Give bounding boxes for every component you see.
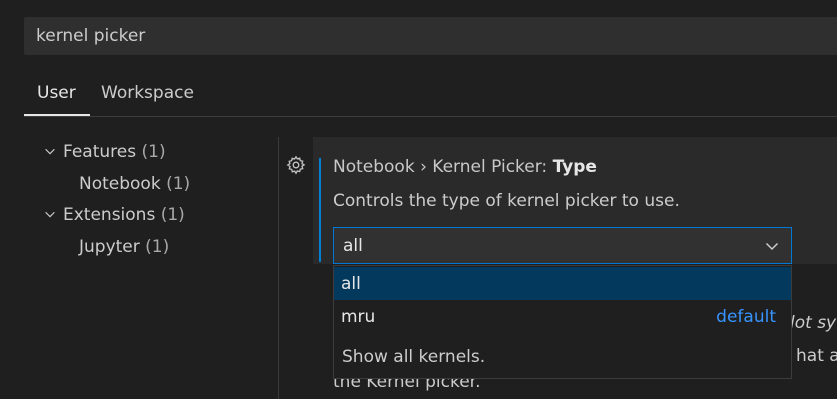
chevron-down-icon — [45, 211, 55, 218]
setting-description: Controls the type of kernel picker to us… — [333, 191, 680, 211]
tab-workspace[interactable]: Workspace — [101, 83, 194, 103]
chevron-down-icon — [765, 242, 779, 251]
setting-text-fragment: lot sy — [790, 313, 837, 333]
option-description: Show all kernels. — [342, 347, 486, 367]
search-input[interactable]: kernel picker — [24, 17, 837, 55]
tree-item-label: Features — [63, 142, 137, 162]
tree-divider — [278, 137, 279, 399]
search-input-value: kernel picker — [36, 26, 146, 46]
tree-item-count: (1) — [166, 174, 191, 194]
setting-text-fragment: hat ar — [796, 346, 837, 366]
tree-item-count: (1) — [145, 237, 170, 257]
tree-item-count: (1) — [141, 142, 166, 162]
tree-item-label: Jupyter — [79, 237, 140, 257]
option-mru[interactable]: mru default — [334, 300, 791, 333]
tree-item-label: Notebook — [79, 174, 161, 194]
tab-user[interactable]: User — [37, 83, 76, 103]
option-label: mru — [341, 307, 376, 327]
setting-focus-indicator — [319, 158, 321, 262]
select-dropdown: all mru default Show all kernels. — [333, 265, 792, 379]
kernel-picker-type-select[interactable]: all — [333, 227, 792, 264]
tree-item-count: (1) — [160, 205, 185, 225]
chevron-down-icon — [45, 148, 55, 155]
select-value: all — [343, 236, 363, 256]
setting-name: Type — [552, 157, 597, 177]
default-badge: default — [716, 307, 776, 327]
tree-item-jupyter[interactable]: Jupyter (1) — [79, 237, 169, 257]
tree-item-extensions[interactable]: Extensions (1) — [43, 205, 185, 225]
option-label: all — [341, 274, 361, 294]
tabs-divider — [24, 116, 837, 117]
tree-item-notebook[interactable]: Notebook (1) — [79, 174, 190, 194]
tree-item-label: Extensions — [63, 205, 156, 225]
setting-category: Notebook › Kernel Picker: — [333, 157, 553, 177]
option-all[interactable]: all — [334, 267, 791, 300]
setting-title: Notebook › Kernel Picker: Type — [333, 157, 597, 177]
gear-icon[interactable] — [286, 155, 306, 175]
tree-item-features[interactable]: Features (1) — [43, 142, 166, 162]
